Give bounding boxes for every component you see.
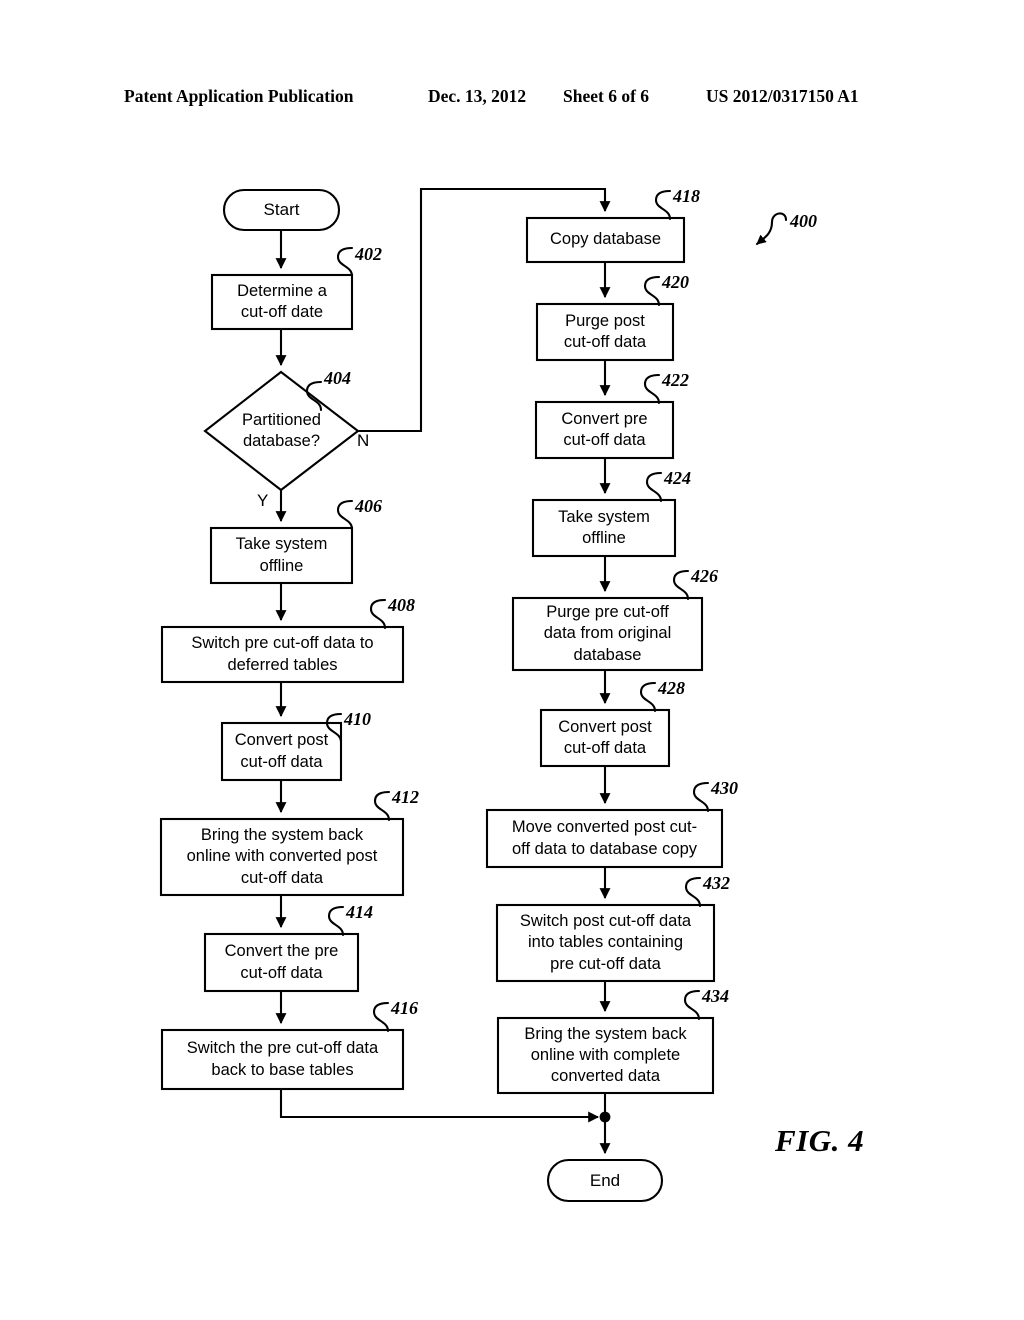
node-432-shape: [495, 903, 716, 983]
node-428-shape: [539, 708, 671, 768]
ref-numeral-428: 428: [658, 678, 685, 698]
node-406-shape: [209, 526, 354, 585]
ref-numeral-424: 424: [664, 468, 691, 488]
leader-424: [645, 471, 663, 503]
ref-numeral-414: 414: [346, 902, 373, 922]
leader-412: [373, 790, 391, 822]
node-420-shape: [535, 302, 675, 362]
flowchart-diagram: [159, 187, 788, 1203]
ref-numeral-432: 432: [703, 873, 730, 893]
node-402-shape: [210, 273, 354, 331]
leader-410: [325, 712, 343, 744]
node-416-shape: [160, 1028, 405, 1091]
figure-caption: FIG. 4: [775, 1123, 865, 1158]
leader-418: [654, 189, 672, 221]
patent-figure-page: Patent Application Publication Dec. 13, …: [0, 0, 1024, 1320]
leader-416: [372, 1001, 390, 1033]
merge-junction-dot: [599, 1111, 611, 1123]
ref-numeral-434: 434: [702, 986, 729, 1006]
node-start-shape: [222, 188, 341, 232]
node-410-shape: [220, 721, 343, 782]
ref-numeral-408: 408: [388, 595, 415, 615]
ref-numeral-426: 426: [691, 566, 718, 586]
node-434-shape: [496, 1016, 715, 1095]
leader-430: [692, 781, 710, 813]
node-408-shape: [160, 625, 405, 684]
connector-404-no-branch: [358, 187, 611, 433]
node-430-shape: [485, 808, 724, 869]
ref-numeral-402: 402: [355, 244, 382, 264]
ref-numeral-400: 400: [790, 211, 817, 231]
node-426-shape: [511, 596, 704, 672]
leader-402: [336, 246, 354, 278]
leader-428: [639, 681, 657, 713]
leader-422: [643, 373, 661, 405]
ref-numeral-416: 416: [391, 998, 418, 1018]
ref-numeral-412: 412: [392, 787, 419, 807]
node-404-shape: [203, 370, 360, 492]
leader-432: [684, 876, 702, 908]
node-424-shape: [531, 498, 677, 558]
node-412-shape: [159, 817, 405, 897]
leader-420: [643, 275, 661, 307]
leader-414: [327, 905, 345, 937]
leader-406: [336, 499, 354, 531]
leader-434: [683, 989, 701, 1021]
node-418-shape: [525, 216, 686, 264]
ref-numeral-418: 418: [673, 186, 700, 206]
branch-label-no: N: [357, 431, 370, 450]
leader-408: [369, 598, 387, 630]
ref-numeral-422: 422: [662, 370, 689, 390]
leader-400: [755, 212, 788, 246]
ref-numeral-430: 430: [711, 778, 738, 798]
node-414-shape: [203, 932, 360, 993]
node-end-shape: [546, 1158, 664, 1203]
leader-426: [672, 569, 690, 601]
branch-label-yes: Y: [257, 491, 269, 510]
ref-numeral-404: 404: [324, 368, 351, 388]
ref-numeral-406: 406: [355, 496, 382, 516]
ref-numeral-420: 420: [662, 272, 689, 292]
ref-numeral-410: 410: [344, 709, 371, 729]
node-422-shape: [534, 400, 675, 460]
